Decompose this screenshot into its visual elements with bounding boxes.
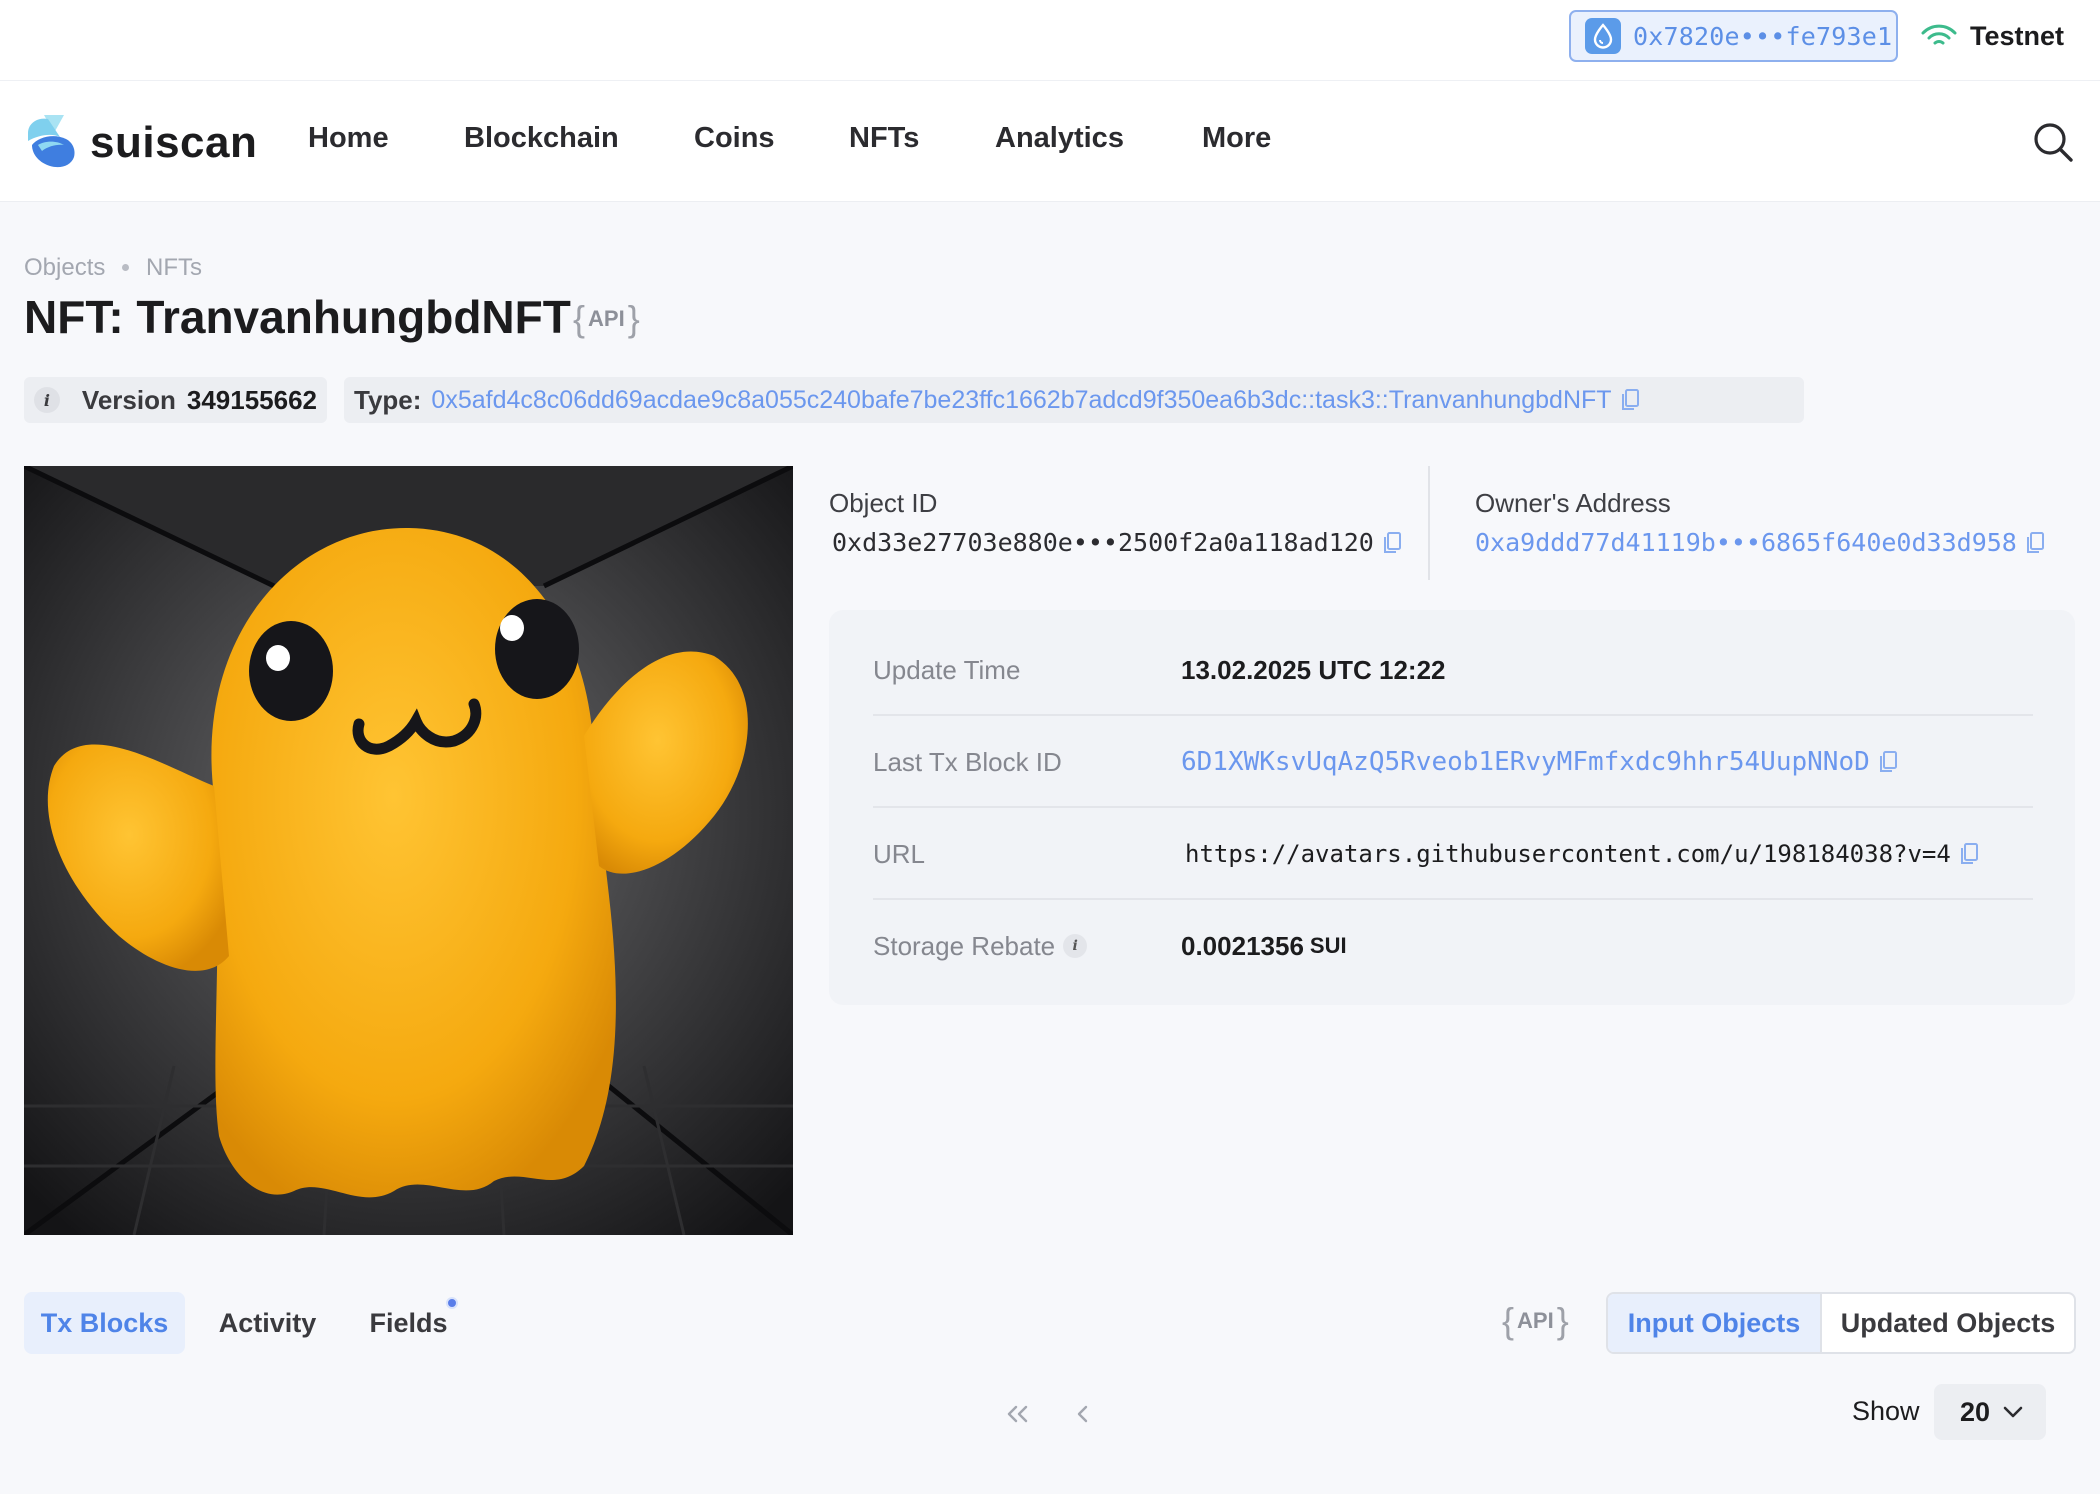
page-title: NFT: TranvanhungbdNFT	[24, 291, 571, 343]
nav-blockchain[interactable]: Blockchain	[464, 122, 619, 155]
fields-notification-dot	[446, 1297, 458, 1309]
top-strip: 0x7820e•••fe793e1 Testnet	[0, 0, 2100, 80]
url-value: https://avatars.githubusercontent.com/u/…	[1185, 840, 1951, 868]
vertical-divider	[1428, 466, 1430, 580]
breadcrumb-objects[interactable]: Objects	[24, 254, 105, 282]
objects-segmented-control: Input Objects Updated Objects	[1606, 1292, 2076, 1354]
previous-page-icon[interactable]	[1063, 1394, 1103, 1434]
input-objects-button[interactable]: Input Objects	[1608, 1294, 1820, 1352]
type-link[interactable]: 0x5afd4c8c06dd69acdae9c8a055c240bafe7be2…	[431, 386, 1611, 415]
owner-address-link[interactable]: 0xa9ddd77d41119b•••6865f640e0d33d958	[1475, 528, 2017, 557]
tab-tx-blocks[interactable]: Tx Blocks	[24, 1292, 185, 1354]
copy-icon[interactable]	[1959, 842, 1979, 866]
wallet-address: 0x7820e•••fe793e1	[1633, 21, 1893, 51]
detail-row-update-time: Update Time 13.02.2025 UTC 12:22	[873, 624, 2033, 716]
nft-image	[24, 466, 793, 1235]
search-icon[interactable]	[2030, 119, 2076, 165]
update-time-value: 13.02.2025 UTC 12:22	[1181, 654, 1446, 685]
nav-more[interactable]: More	[1202, 122, 1271, 155]
detail-row-last-tx-block: Last Tx Block ID 6D1XWKsvUqAzQ5Rveob1ERv…	[873, 716, 2033, 808]
storage-rebate-value: 0.0021356	[1181, 930, 1304, 961]
storage-rebate-label-wrap: Storage Rebate i	[873, 900, 1088, 992]
api-link-tabs-label: API	[1517, 1308, 1554, 1333]
api-link-label: API	[588, 306, 625, 331]
copy-icon[interactable]	[1382, 531, 1402, 555]
breadcrumb-separator	[122, 264, 129, 271]
object-id-field: 0xd33e27703e880e•••2500f2a0a118ad120	[832, 528, 1402, 557]
storage-rebate-field: 0.0021356 SUI	[1181, 900, 1347, 992]
show-label: Show	[1852, 1396, 1920, 1426]
url-field: https://avatars.githubusercontent.com/u/…	[1185, 808, 1979, 900]
updated-objects-button[interactable]: Updated Objects	[1820, 1294, 2074, 1352]
info-icon[interactable]: i	[1063, 934, 1088, 958]
url-label: URL	[873, 838, 926, 869]
page-size-select[interactable]: 20	[1934, 1384, 2046, 1440]
storage-rebate-label: Storage Rebate	[873, 930, 1056, 961]
nav-home[interactable]: Home	[308, 122, 389, 155]
detail-row-url: URL https://avatars.githubusercontent.co…	[873, 808, 2033, 900]
info-icon[interactable]: i	[34, 387, 60, 413]
main-navbar: suiscan Home Blockchain Coins NFTs Analy…	[0, 80, 2100, 202]
copy-icon[interactable]	[1878, 750, 1898, 774]
page-size-value: 20	[1960, 1396, 1991, 1427]
api-link-tabs[interactable]: {API}	[1502, 1300, 1569, 1342]
suiscan-logo-icon	[24, 111, 78, 174]
network-selector[interactable]: Testnet	[1920, 16, 2064, 56]
brace-open: {	[1502, 1300, 1515, 1341]
type-chip: Type: 0x5afd4c8c06dd69acdae9c8a055c240ba…	[344, 377, 1804, 423]
sui-unit: SUI	[1309, 933, 1347, 958]
nav-coins[interactable]: Coins	[694, 122, 775, 155]
first-page-icon[interactable]	[998, 1394, 1038, 1434]
tab-activity[interactable]: Activity	[205, 1292, 330, 1354]
brace-close: }	[627, 298, 640, 339]
nav-nfts[interactable]: NFTs	[849, 122, 919, 155]
object-id-label: Object ID	[829, 488, 938, 518]
owner-address-label: Owner's Address	[1475, 488, 1671, 518]
version-value: 349155662	[186, 384, 317, 415]
network-label: Testnet	[1970, 20, 2065, 51]
copy-icon[interactable]	[2025, 531, 2045, 555]
last-tx-block-link[interactable]: 6D1XWKsvUqAzQ5Rveob1ERvyMFmfxdc9hhr54Uup…	[1181, 747, 1870, 777]
brace-close: }	[1556, 1300, 1569, 1341]
type-label: Type:	[354, 384, 422, 415]
version-chip: i Version 349155662	[24, 377, 327, 423]
logo-text: suiscan	[90, 117, 258, 167]
brace-open: {	[573, 298, 586, 339]
owner-address-field: 0xa9ddd77d41119b•••6865f640e0d33d958	[1475, 528, 2045, 557]
detail-row-storage-rebate: Storage Rebate i 0.0021356 SUI	[873, 900, 2033, 992]
copy-icon[interactable]	[1620, 388, 1640, 412]
wallet-address-button[interactable]: 0x7820e•••fe793e1	[1569, 10, 1898, 62]
object-details-card: Update Time 13.02.2025 UTC 12:22 Last Tx…	[829, 610, 2075, 1005]
chevron-down-icon	[2002, 1405, 2024, 1419]
nav-analytics[interactable]: Analytics	[995, 122, 1124, 155]
update-time-label: Update Time	[873, 654, 1021, 685]
version-label: Version	[81, 384, 176, 415]
object-id-value: 0xd33e27703e880e•••2500f2a0a118ad120	[832, 528, 1374, 557]
last-tx-block-field: 6D1XWKsvUqAzQ5Rveob1ERvyMFmfxdc9hhr54Uup…	[1181, 716, 1898, 808]
last-tx-block-label: Last Tx Block ID	[873, 746, 1062, 777]
api-link[interactable]: {API}	[573, 298, 640, 340]
water-drop-icon	[1585, 18, 1621, 54]
signal-icon	[1920, 21, 1958, 52]
breadcrumb-nfts[interactable]: NFTs	[146, 254, 202, 282]
suiscan-logo[interactable]: suiscan	[24, 111, 257, 174]
